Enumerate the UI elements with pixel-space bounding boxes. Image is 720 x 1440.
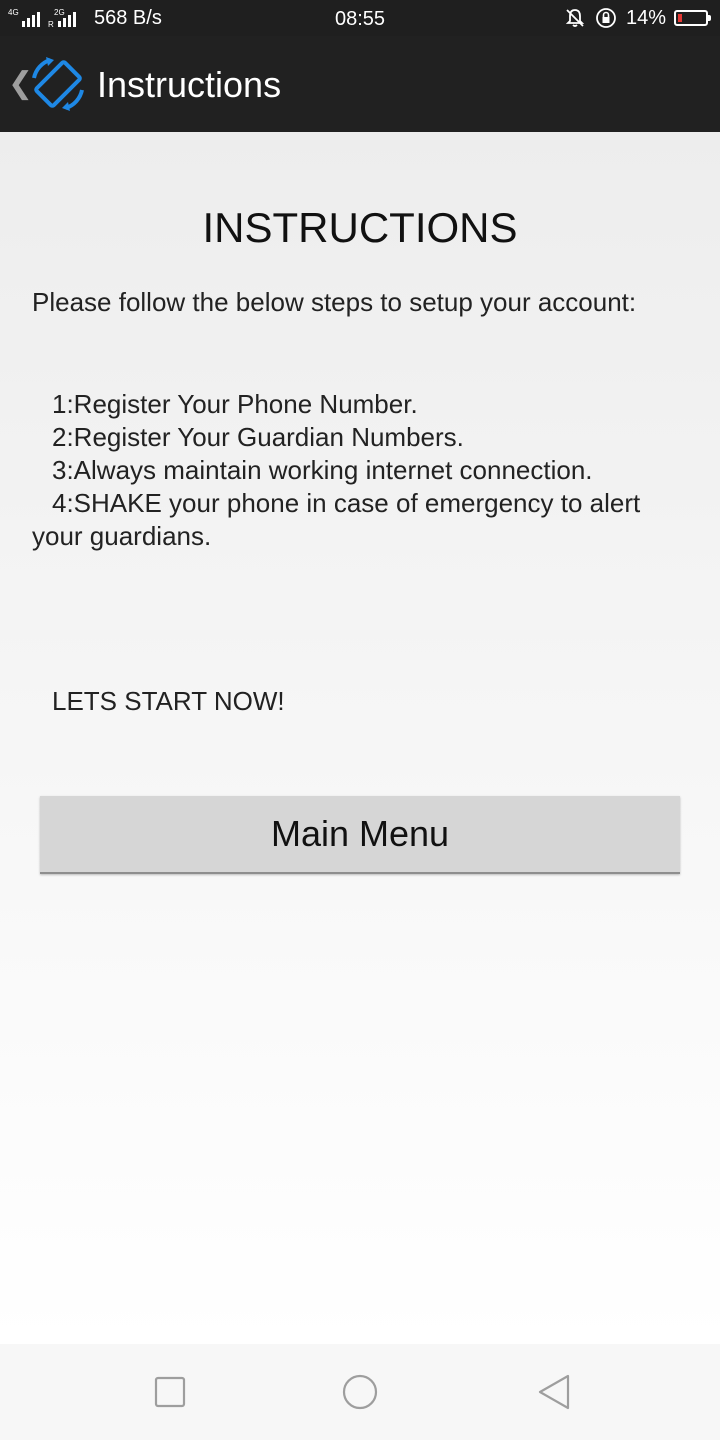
start-text: LETS START NOW!	[52, 686, 285, 716]
recent-apps-icon[interactable]	[150, 1372, 190, 1412]
app-title: Instructions	[97, 64, 282, 105]
battery-level	[678, 14, 682, 22]
network-speed: 568 B/s	[94, 6, 162, 29]
status-bar: 4G 2G R 568 B/s 08:55 14%	[0, 0, 720, 36]
screen-rotation-icon[interactable]	[28, 54, 88, 114]
page-heading: INSTRUCTIONS	[202, 204, 518, 251]
svg-text:R: R	[48, 20, 54, 29]
battery-percent: 14%	[625, 6, 666, 29]
signal-icon: 2G R	[48, 8, 76, 29]
list-item: 1:Register Your Phone Number.	[52, 389, 418, 419]
instructions-content: INSTRUCTIONS Please follow the below ste…	[0, 132, 720, 1344]
intro-text: Please follow the below steps to setup y…	[32, 287, 637, 317]
rotation-lock-icon	[596, 8, 616, 28]
home-icon[interactable]	[340, 1372, 380, 1412]
list-item: 2:Register Your Guardian Numbers.	[52, 422, 464, 452]
battery-icon	[674, 10, 711, 26]
status-left: 4G 2G R 568 B/s	[8, 0, 162, 36]
signal-icon: 4G	[8, 8, 40, 27]
app-bar: ❮ Instructions	[0, 36, 720, 132]
main-menu-button[interactable]: Main Menu	[40, 796, 680, 874]
signal-1-label: 4G	[8, 8, 19, 17]
back-icon[interactable]	[534, 1372, 574, 1412]
signal-2-label: 2G	[54, 8, 65, 17]
status-right: 14%	[564, 0, 711, 36]
steps-list: 1:Register Your Phone Number. 2:Register…	[32, 388, 692, 553]
navigation-bar	[0, 1344, 720, 1440]
mute-icon	[565, 9, 585, 27]
list-item: 3:Always maintain working internet conne…	[52, 455, 593, 485]
list-item: 4:SHAKE your phone in case of emergency …	[32, 488, 641, 551]
